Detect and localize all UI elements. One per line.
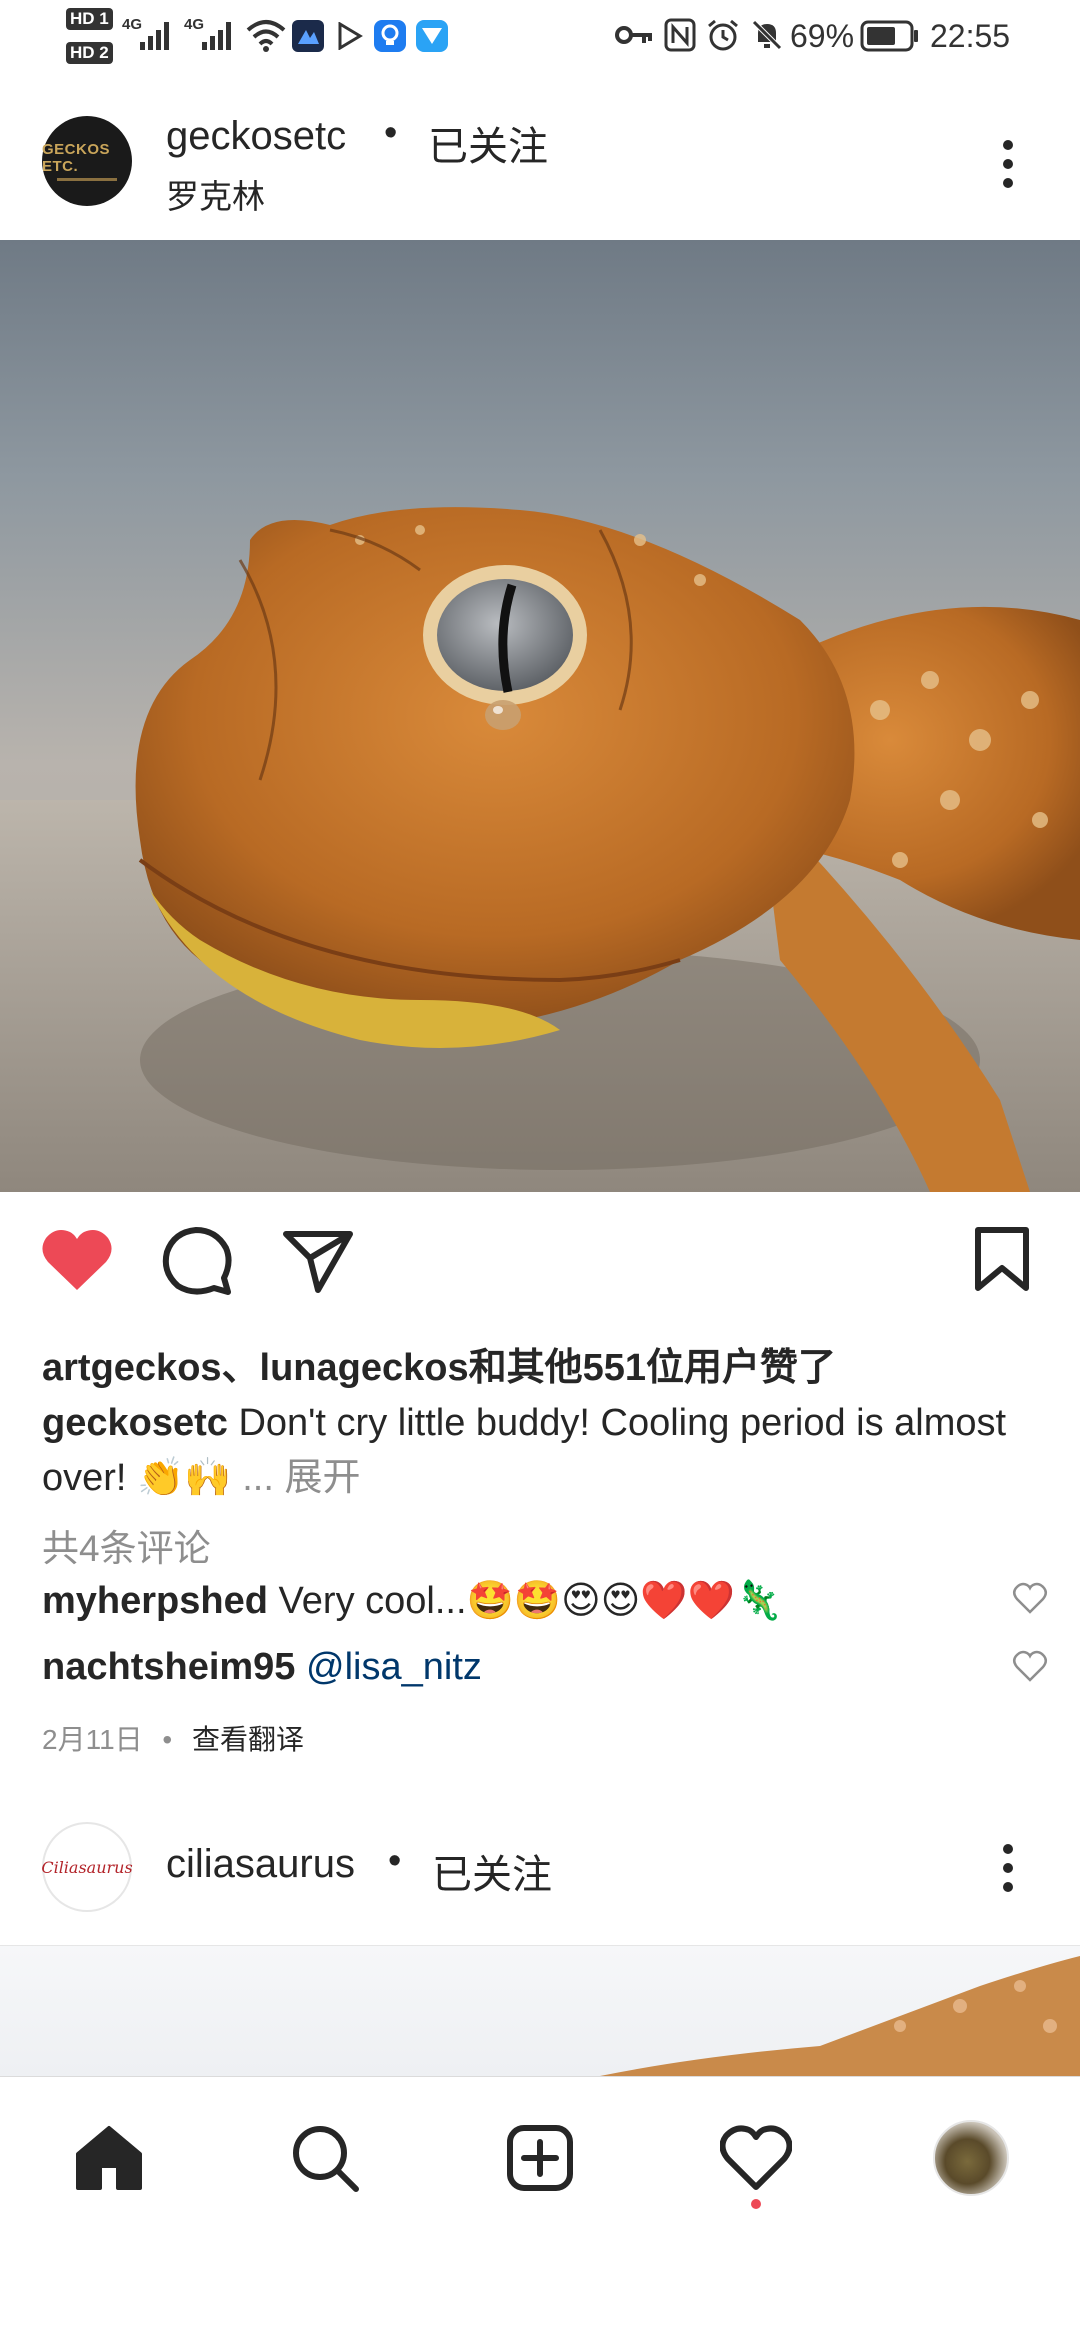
separator-dot: • — [388, 1840, 402, 1882]
wifi-icon — [246, 20, 286, 52]
avatar-logo-text: GECKOS ETC. — [42, 141, 111, 175]
more-options-icon[interactable] — [1003, 140, 1015, 197]
post-date: 2月11日 — [42, 1724, 143, 1755]
post-caption: geckosetc Don't cry little buddy! Coolin… — [42, 1396, 1042, 1506]
nav-search[interactable] — [280, 2113, 370, 2203]
search-icon — [293, 2126, 359, 2192]
hd2-badge: HD 2 — [66, 42, 113, 64]
nfc-icon — [664, 18, 696, 52]
share-icon[interactable] — [282, 1228, 354, 1294]
home-icon — [76, 2126, 142, 2190]
view-all-comments[interactable]: 共4条评论 — [42, 1518, 211, 1572]
app-icon — [292, 20, 324, 52]
more-options-icon[interactable] — [1003, 1844, 1015, 1901]
separator-dot: • — [384, 112, 398, 154]
activity-heart-icon — [720, 2125, 792, 2190]
bulb-icon — [374, 20, 406, 52]
signal-icon — [202, 22, 231, 50]
post-username[interactable]: geckosetc — [166, 114, 346, 159]
follow-status[interactable]: 已关注 — [428, 114, 548, 172]
battery-icon — [860, 20, 918, 52]
play-icon — [338, 22, 363, 50]
nav-new-post[interactable] — [495, 2113, 585, 2203]
avatar[interactable]: Ciliasaurus — [41, 1822, 133, 1912]
comment-username[interactable]: myherpshed — [42, 1580, 268, 1622]
gecko-photo — [0, 507, 1080, 1192]
comment-icon[interactable] — [162, 1226, 234, 1298]
status-bar: HD 1 HD 2 4G 4G 69% 22:55 — [0, 0, 1080, 76]
caption-more-link[interactable]: ... 展开 — [242, 1457, 360, 1499]
likes-summary[interactable]: artgeckos、lunageckos和其他551位用户赞了 — [42, 1336, 836, 1391]
comment-mention[interactable]: @lisa_nitz — [306, 1646, 482, 1688]
hd1-badge: HD 1 — [66, 8, 113, 30]
comment-username[interactable]: nachtsheim95 — [42, 1646, 295, 1688]
follow-status[interactable]: 已关注 — [432, 1842, 552, 1900]
notification-dot — [751, 2199, 761, 2209]
signal-icon — [140, 22, 169, 50]
comment-text: Very cool...🤩🤩😍😍❤️❤️🦎 — [278, 1580, 783, 1622]
caption-username[interactable]: geckosetc — [42, 1402, 228, 1444]
new-post-icon — [507, 2125, 573, 2191]
comment-like-icon[interactable] — [1012, 1582, 1048, 1614]
post-location[interactable]: 罗克林 — [166, 170, 265, 218]
avatar-logo-text: Ciliasaurus — [41, 1857, 133, 1877]
profile-avatar — [933, 2120, 1009, 2196]
post-meta: 2月11日 • 查看翻译 — [42, 1718, 304, 1758]
battery-percent: 69% — [790, 18, 855, 54]
clock: 22:55 — [930, 18, 1011, 54]
comment-row: myherpshed Very cool...🤩🤩😍😍❤️❤️🦎 — [42, 1578, 782, 1623]
bottom-navigation — [0, 2076, 1080, 2340]
meta-separator: • — [162, 1724, 173, 1755]
post-header: GECKOS ETC. geckosetc • 已关注 罗克林 — [0, 76, 1080, 236]
post-photo[interactable] — [0, 240, 1080, 1192]
nav-home[interactable] — [64, 2113, 154, 2203]
see-translation-link[interactable]: 查看翻译 — [192, 1724, 304, 1755]
comment-like-icon[interactable] — [1012, 1650, 1048, 1682]
key-icon — [615, 26, 652, 44]
post-header: Ciliasaurus ciliasaurus • 已关注 — [0, 1788, 1080, 1948]
save-bookmark-icon[interactable] — [972, 1226, 1032, 1294]
nav-activity[interactable] — [711, 2113, 801, 2203]
next-post-photo-preview — [600, 1956, 1080, 2076]
avatar[interactable]: GECKOS ETC. — [42, 116, 132, 206]
avatar-logo-line — [57, 178, 117, 181]
mute-icon — [752, 20, 782, 50]
post-username[interactable]: ciliasaurus — [166, 1842, 355, 1887]
comment-row: nachtsheim95 @lisa_nitz — [42, 1646, 482, 1689]
post-photo[interactable] — [0, 1946, 1080, 2076]
alarm-icon — [708, 19, 738, 51]
nav-profile[interactable] — [926, 2113, 1016, 2203]
message-app-icon — [416, 20, 448, 52]
like-heart-icon[interactable] — [40, 1226, 114, 1292]
